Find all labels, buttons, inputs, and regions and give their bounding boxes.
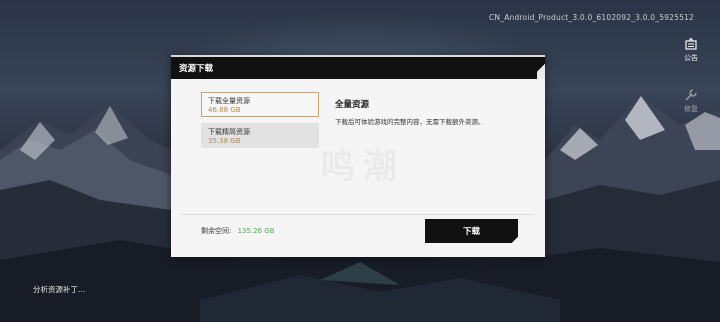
game-logo-watermark: 鸣潮 — [321, 139, 405, 188]
repair-label: 修复 — [684, 105, 698, 113]
remaining-space-value: 135.26 GB — [237, 227, 275, 235]
dialog-title: 资源下载 — [179, 64, 214, 74]
notice-button[interactable]: 公告 — [684, 37, 698, 63]
notice-label: 公告 — [684, 54, 698, 62]
option-lite-resources[interactable]: 下载精简资源 35.38 GB — [201, 123, 319, 148]
divider — [181, 214, 535, 215]
remaining-space-label: 剩余空间: — [201, 227, 232, 235]
dialog-body: 鸣潮 下载全量资源 46.88 GB 下载精简资源 35.38 GB 全量资源 … — [171, 79, 545, 257]
detail-description: 下载后可体验游戏的完整内容，无需下载额外资源。 — [335, 118, 485, 126]
option-name: 下载全量资源 — [208, 97, 250, 105]
status-text: 分析资源补丁... — [33, 285, 86, 294]
notice-icon — [685, 37, 697, 50]
option-size: 35.38 GB — [208, 137, 241, 145]
repair-button[interactable]: 修复 — [684, 88, 698, 114]
detail-title: 全量资源 — [335, 100, 370, 110]
dialog-header: 资源下载 — [171, 57, 545, 79]
version-label: CN_Android_Product_3.0.0_6102092_3.0.0_5… — [489, 13, 694, 22]
option-full-resources[interactable]: 下载全量资源 46.88 GB — [201, 92, 319, 117]
resource-download-dialog: 资源下载 鸣潮 下载全量资源 46.88 GB 下载精简资源 35.38 GB … — [171, 55, 545, 257]
option-size: 46.88 GB — [208, 106, 241, 114]
remaining-space: 剩余空间: 135.26 GB — [201, 226, 275, 236]
option-name: 下载精简资源 — [208, 128, 250, 136]
download-button[interactable]: 下载 — [425, 219, 518, 243]
wrench-icon — [685, 89, 697, 101]
